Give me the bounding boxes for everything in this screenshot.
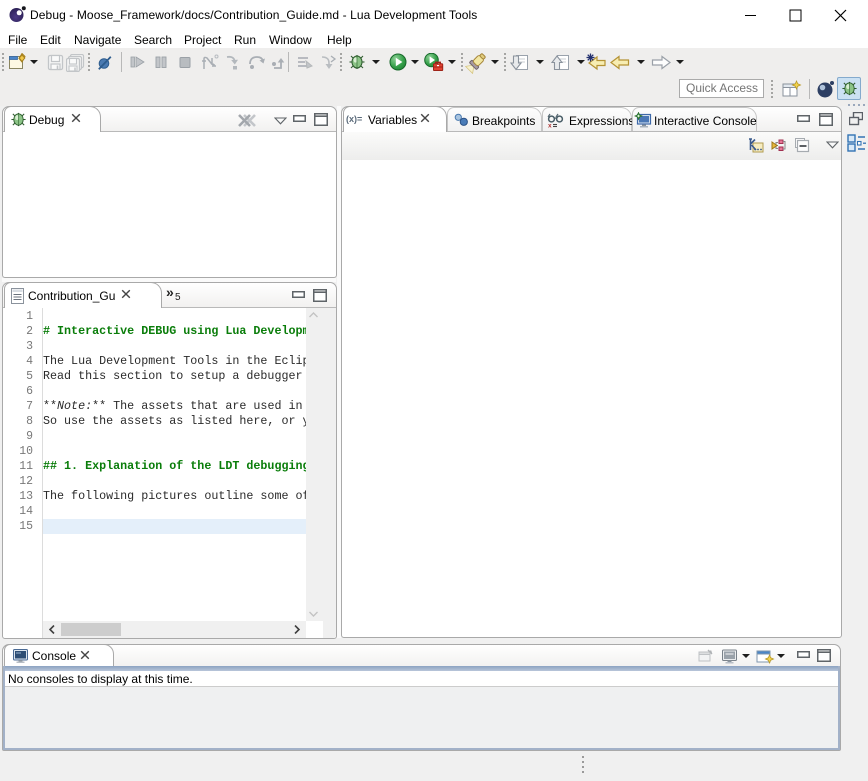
svg-text:x: x: [548, 123, 552, 129]
